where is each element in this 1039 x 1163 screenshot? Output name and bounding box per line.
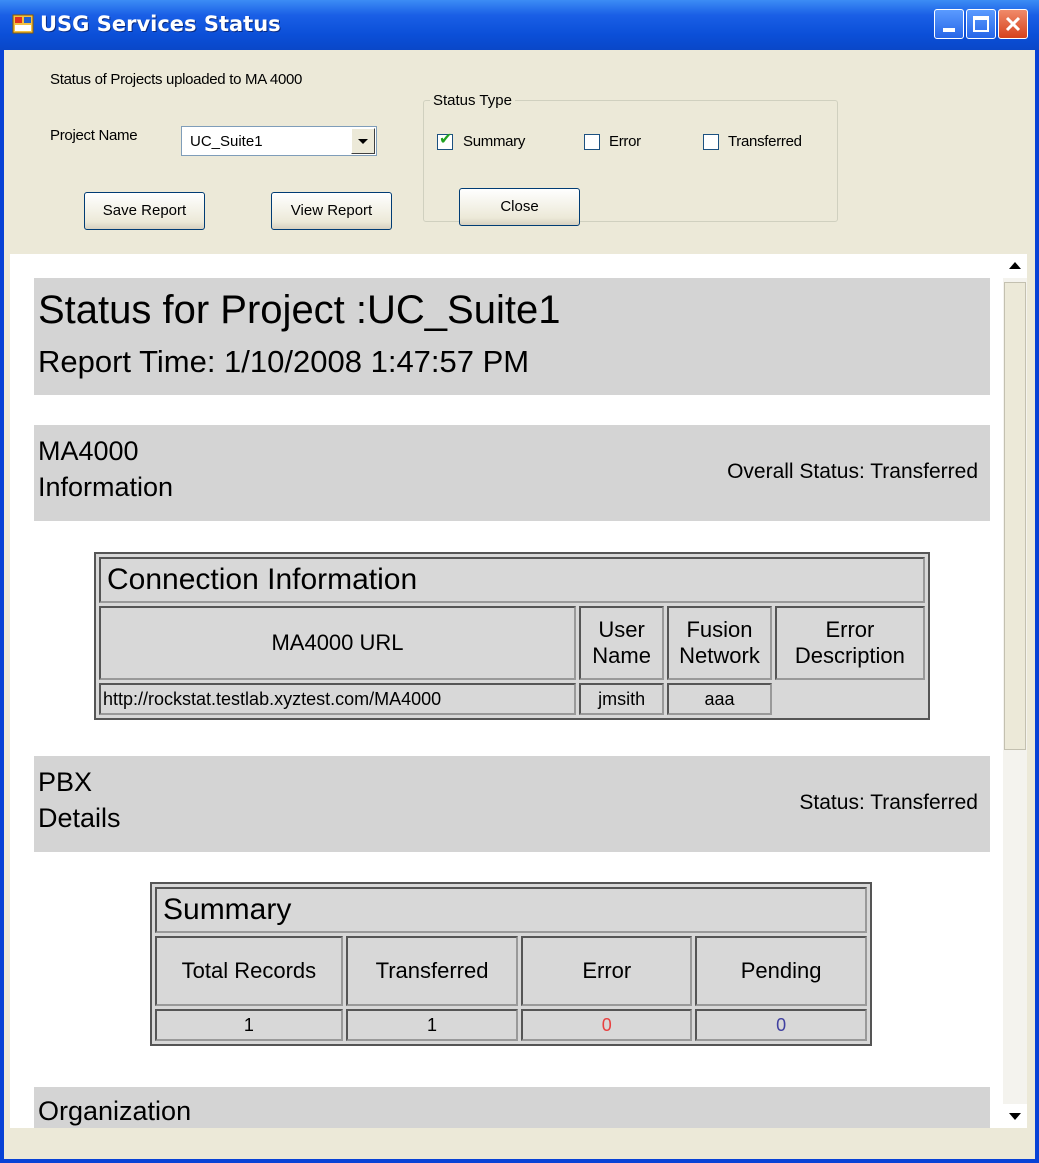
cell-total-records: 1 — [155, 1009, 343, 1041]
cell-error: 0 — [521, 1009, 693, 1041]
arrow-down-icon — [1009, 1113, 1021, 1120]
pbx-status: Status: Transferred — [799, 791, 978, 814]
dropdown-button[interactable] — [351, 128, 375, 154]
save-report-button[interactable]: Save Report — [84, 192, 205, 230]
organization-heading: Organization — [38, 1096, 192, 1126]
close-window-button[interactable] — [998, 9, 1028, 39]
close-icon — [1005, 16, 1021, 32]
ma4000-heading-line2: Information — [38, 472, 174, 502]
cell-fusion-network: aaa — [667, 683, 772, 715]
header-total-records: Total Records — [155, 936, 343, 1006]
title-bar[interactable]: USG Services Status — [0, 0, 1039, 50]
overall-status: Overall Status: Transferred — [727, 460, 978, 483]
project-name-select[interactable]: UC_Suite1 — [181, 126, 377, 156]
application-window: USG Services Status Status of Projects u… — [0, 0, 1039, 1163]
report-title: Status for Project :UC_Suite1 — [38, 288, 561, 332]
maximize-button[interactable] — [966, 9, 996, 39]
pbx-heading: PBX Details — [38, 764, 121, 836]
header-user-name: User Name — [579, 606, 665, 680]
pbx-heading-line1: PBX — [38, 767, 93, 797]
cell-pending: 0 — [695, 1009, 867, 1041]
ma4000-heading-line1: MA4000 — [38, 436, 139, 466]
summary-label: Summary — [463, 133, 526, 150]
vertical-scrollbar[interactable] — [1003, 254, 1027, 1128]
minimize-button[interactable] — [934, 9, 964, 39]
header-transferred: Transferred — [345, 936, 519, 1006]
header-error-description: Error Description — [774, 606, 925, 680]
transferred-checkbox[interactable] — [703, 134, 719, 150]
error-checkbox[interactable] — [584, 134, 600, 150]
maximize-icon — [973, 16, 989, 32]
connection-info-caption: Connection Information — [99, 557, 925, 603]
scroll-thumb[interactable] — [1004, 282, 1026, 750]
header-error: Error — [521, 936, 693, 1006]
checkmark-icon: ✔ — [439, 129, 453, 148]
report-header: Status for Project :UC_Suite1 Report Tim… — [34, 278, 990, 395]
report-time: Report Time: 1/10/2008 1:47:57 PM — [38, 344, 530, 379]
summary-checkbox[interactable]: ✔ — [437, 129, 453, 150]
window-title: USG Services Status — [40, 12, 281, 36]
pbx-heading-line2: Details — [38, 803, 121, 833]
report-view[interactable]: Status for Project :UC_Suite1 Report Tim… — [10, 254, 1027, 1128]
minimize-icon — [943, 28, 955, 32]
organization-section-header: Organization — [34, 1087, 990, 1128]
arrow-up-icon — [1009, 262, 1021, 269]
table-row: http://rockstat.testlab.xyztest.com/MA40… — [99, 683, 925, 715]
status-type-title: Status Type — [430, 92, 515, 109]
app-icon — [12, 14, 34, 34]
table-row: 1 1 0 0 — [155, 1009, 867, 1041]
scroll-down-button[interactable] — [1003, 1104, 1027, 1128]
cell-url: http://rockstat.testlab.xyztest.com/MA40… — [99, 683, 576, 715]
bottom-strip — [4, 1128, 1035, 1159]
header-fusion-network: Fusion Network — [667, 606, 772, 680]
ma4000-heading: MA4000 Information — [38, 433, 173, 505]
pbx-section-header: PBX Details Status: Transferred — [34, 756, 990, 852]
project-name-label: Project Name — [50, 127, 138, 144]
project-name-value: UC_Suite1 — [190, 133, 263, 150]
summary-caption: Summary — [155, 887, 867, 933]
ma4000-section-header: MA4000 Information Overall Status: Trans… — [34, 425, 990, 521]
summary-table: Summary Total Records Transferred Error … — [150, 882, 872, 1046]
transferred-label: Transferred — [728, 133, 802, 150]
header-pending: Pending — [695, 936, 867, 1006]
connection-info-table: Connection Information MA4000 URL User N… — [94, 552, 930, 720]
error-label: Error — [609, 133, 641, 150]
view-report-button[interactable]: View Report — [271, 192, 392, 230]
close-button[interactable]: Close — [459, 188, 580, 226]
cell-error-description — [774, 683, 925, 715]
projects-caption: Status of Projects uploaded to MA 4000 — [50, 71, 303, 88]
chevron-down-icon — [358, 139, 368, 144]
scroll-up-button[interactable] — [1003, 254, 1027, 278]
header-ma4000-url: MA4000 URL — [99, 606, 576, 680]
cell-transferred: 1 — [345, 1009, 519, 1041]
cell-user-name: jmsith — [579, 683, 665, 715]
